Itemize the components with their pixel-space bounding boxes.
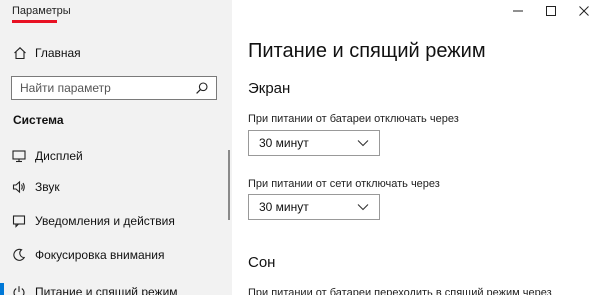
title-accent-underline <box>12 20 57 23</box>
sidebar-item-sound[interactable]: Звук <box>0 174 232 200</box>
search-placeholder: Найти параметр <box>20 81 111 95</box>
maximize-icon <box>545 3 556 21</box>
section-label-system: Система <box>13 113 64 127</box>
screen-plugged-label: При питании от сети отключать через <box>248 178 440 190</box>
home-icon <box>13 46 27 60</box>
sidebar-item-notifications[interactable]: Уведомления и действия <box>0 208 232 234</box>
search-icon[interactable] <box>192 78 212 98</box>
sidebar-item-focus-assist[interactable]: Фокусировка внимания <box>0 242 232 268</box>
page-title: Питание и спящий режим <box>248 40 486 62</box>
nav-home-label: Главная <box>35 46 81 60</box>
notification-icon <box>12 214 26 228</box>
sidebar-item-display[interactable]: Дисплей <box>0 143 232 169</box>
minimize-icon <box>512 3 523 21</box>
screen-battery-value: 30 минут <box>259 136 309 150</box>
chevron-down-icon <box>355 203 371 211</box>
screen-plugged-dropdown[interactable]: 30 минут <box>248 194 380 220</box>
screen-battery-dropdown[interactable]: 30 минут <box>248 130 380 156</box>
power-icon <box>12 285 26 295</box>
sidebar-scrollbar[interactable] <box>228 150 230 220</box>
sidebar: Параметры Главная Найти параметр Система… <box>0 0 232 295</box>
close-button[interactable] <box>567 0 600 24</box>
sidebar-item-label: Питание и спящий режим <box>35 285 178 295</box>
app-title: Параметры <box>12 5 71 17</box>
sidebar-item-label: Фокусировка внимания <box>35 248 165 262</box>
sidebar-item-label: Дисплей <box>35 149 83 163</box>
focus-assist-icon <box>12 248 26 262</box>
speaker-icon <box>12 180 26 194</box>
window-controls <box>501 0 600 24</box>
screen-plugged-value: 30 минут <box>259 200 309 214</box>
main-content: Питание и спящий режим Экран При питании… <box>232 0 600 295</box>
close-icon <box>578 3 589 21</box>
section-title-sleep: Сон <box>248 254 276 271</box>
nav-home[interactable]: Главная <box>0 42 232 64</box>
sidebar-item-label: Уведомления и действия <box>35 214 175 228</box>
minimize-button[interactable] <box>501 0 534 24</box>
maximize-button[interactable] <box>534 0 567 24</box>
screen-battery-label: При питании от батареи отключать через <box>248 113 459 125</box>
selected-indicator <box>0 283 4 295</box>
sleep-battery-label: При питании от батареи переходить в спящ… <box>248 287 552 295</box>
sidebar-item-label: Звук <box>35 180 60 194</box>
display-icon <box>12 149 26 163</box>
search-input[interactable]: Найти параметр <box>11 76 217 100</box>
sidebar-item-power-sleep[interactable]: Питание и спящий режим <box>0 279 232 295</box>
chevron-down-icon <box>355 139 371 147</box>
section-title-screen: Экран <box>248 80 291 97</box>
